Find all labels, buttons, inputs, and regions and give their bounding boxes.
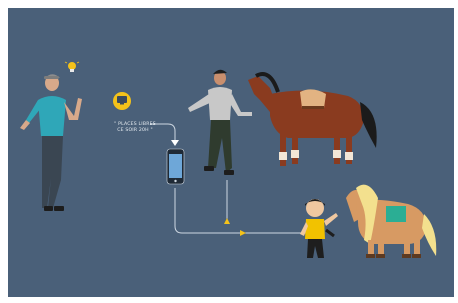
message-caption: " PLACES LIBRES CE SOIR 20H " xyxy=(100,122,170,134)
smartphone-icon xyxy=(166,148,185,185)
connector-arrow-icon xyxy=(240,230,246,236)
man-with-cap-figure xyxy=(20,74,82,211)
horse-figure xyxy=(248,72,377,166)
illustration-canvas: " PLACES LIBRES CE SOIR 20H " xyxy=(8,8,454,297)
image-frame: " PLACES LIBRES CE SOIR 20H " xyxy=(0,0,458,303)
lightbulb-icon xyxy=(64,61,80,72)
child-figure xyxy=(300,199,338,258)
connector-arrow-icon xyxy=(171,140,179,146)
connector-arrow-icon xyxy=(224,218,230,224)
pony-figure xyxy=(346,184,437,258)
scene-svg xyxy=(20,61,437,258)
message-line-2: CE SOIR 20H " xyxy=(117,128,153,133)
computer-monitor-icon xyxy=(113,92,131,110)
man-leading-horse-figure xyxy=(188,69,252,175)
